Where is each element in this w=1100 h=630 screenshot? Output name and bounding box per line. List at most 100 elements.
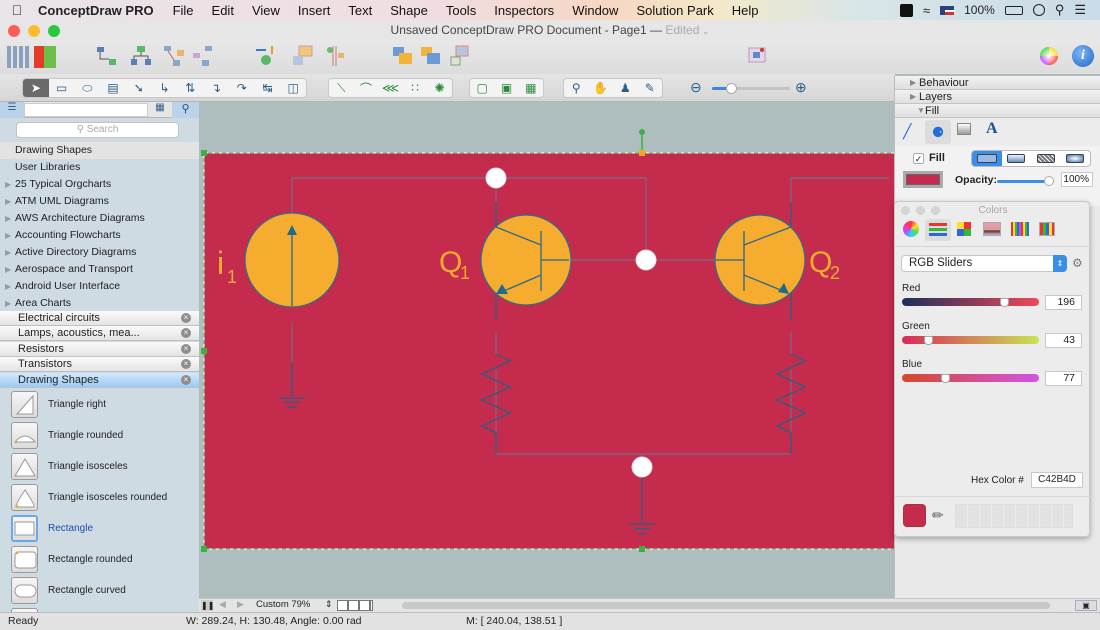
library-item-user-libraries[interactable]: User Libraries [0,159,199,176]
zoom-stepper-icon[interactable]: ⇕ [325,599,333,610]
library-item[interactable]: ▶ Accounting Flowcharts [0,227,199,244]
resize-handle[interactable] [639,150,645,156]
crop-shape-icon[interactable]: ▦ [519,79,543,97]
fill-checkbox[interactable]: ✓ [913,153,924,164]
eyedropper-tool-icon[interactable]: ✎ [638,79,663,97]
zoom-window-button[interactable] [48,25,60,37]
menu-app-name[interactable]: ConceptDraw PRO [34,3,164,18]
shape-item-triangle-rounded[interactable]: Triangle rounded [0,421,199,452]
zoom-in-icon[interactable]: ⊕ [795,79,807,96]
blue-slider[interactable] [902,374,1039,383]
text-tab-icon[interactable]: A [986,120,998,138]
grid-toggle-icon[interactable]: ▦ [150,102,170,118]
library-search-input[interactable]: ⚲ Search [16,122,179,138]
stamp-tool-icon[interactable]: ♟ [613,79,638,97]
pause-icon[interactable]: ❚❚ [201,600,214,611]
menu-file[interactable]: File [164,3,203,18]
search-toggle-icon[interactable]: ⚲ [172,102,199,118]
bring-front-icon[interactable] [392,45,414,67]
close-library-icon[interactable]: × [181,375,191,385]
section-layers[interactable]: ▶ Layers [895,90,1100,104]
shape-item-triangle-isosceles[interactable]: Triangle isosceles [0,452,199,483]
shape-item-rectangle[interactable]: Rectangle [0,514,199,545]
app-grid-icon[interactable] [899,3,913,17]
shape-item-triangle-right[interactable]: Triangle right [0,390,199,421]
library-item[interactable]: ▶ AWS Architecture Diagrams [0,210,199,227]
horizontal-scrollbar[interactable] [402,602,1050,609]
color-mode-select[interactable]: RGB Sliders ⇕ [901,255,1067,272]
green-value-input[interactable]: 43 [1045,333,1082,348]
expand-arrow-icon[interactable]: ▶ [5,227,11,244]
round-connector-icon[interactable]: ↴ [203,79,229,97]
library-item[interactable]: ▶ 25 Typical Orgcharts [0,176,199,193]
color-wheel-icon[interactable] [1038,45,1060,67]
shape-item-rectangle-rounded[interactable]: Rectangle rounded [0,545,199,576]
green-slider[interactable] [902,336,1039,345]
next-page-icon[interactable]: ▶ [237,599,244,610]
shadow-tab-icon[interactable] [957,123,971,135]
page-view-buttons[interactable] [337,600,373,611]
menu-shape[interactable]: Shape [381,3,437,18]
menu-solution-park[interactable]: Solution Park [627,3,722,18]
info-icon[interactable]: i [1072,45,1094,67]
smart-connector-icon[interactable]: ⇅ [177,79,203,97]
resize-handle[interactable] [639,546,645,552]
open-library-resistors[interactable]: Resistors × [0,342,199,357]
eyedropper-icon[interactable]: ✏ [932,507,944,524]
swatches-tab-icon[interactable] [1039,222,1055,236]
junction-node[interactable] [631,456,653,478]
library-item[interactable]: ▶ Area Charts [0,295,199,307]
chain-connector-icon[interactable]: ↹ [255,79,281,97]
edited-label[interactable]: Edited [665,23,699,37]
expand-arrow-icon[interactable]: ▶ [5,193,11,210]
menu-tools[interactable]: Tools [437,3,485,18]
menu-edit[interactable]: Edit [203,3,243,18]
menu-inspectors[interactable]: Inspectors [485,3,563,18]
rotate-handle[interactable] [639,129,645,135]
container-icon[interactable] [292,45,314,67]
library-item[interactable]: ▶ ATM UML Diagrams [0,193,199,210]
zoom-out-icon[interactable]: ⊖ [690,79,702,96]
send-back-icon[interactable] [420,45,442,67]
junction-node[interactable] [485,167,507,189]
pointer-tool-icon[interactable]: ➤ [23,79,49,97]
line-tab-icon[interactable]: ╱ [903,123,911,140]
library-item[interactable]: ▶ Aerospace and Transport [0,261,199,278]
wifi-icon[interactable]: ≈ [923,3,930,18]
red-value-input[interactable]: 196 [1045,295,1082,310]
hierarchy-icon[interactable] [192,45,214,67]
opacity-input[interactable]: 100% [1061,172,1093,187]
menu-window[interactable]: Window [563,3,627,18]
clock-icon[interactable] [1032,4,1045,16]
freehand-tool-icon[interactable]: ✺ [427,79,452,97]
open-library-electrical-circuits[interactable]: Electrical circuits × [0,311,199,326]
resize-handle[interactable] [201,546,207,552]
presentation-icon[interactable] [746,45,768,67]
fill-color-well[interactable] [903,171,943,188]
gear-icon[interactable]: ⚙ [1072,256,1083,270]
image-palettes-tab-icon[interactable] [983,222,1001,236]
expand-arrow-icon[interactable]: ▶ [5,261,11,278]
section-behaviour[interactable]: ▶ Behaviour [895,76,1100,90]
battery-icon[interactable] [1004,5,1023,15]
shape-item-triangle-isosceles-rounded[interactable]: Triangle isosceles rounded [0,483,199,514]
red-slider-knob[interactable] [1000,298,1009,307]
expand-arrow-icon[interactable]: ▶ [5,210,11,227]
insert-shape-icon[interactable]: ◫ [280,79,306,97]
direct-connector-icon[interactable]: ➘ [126,79,152,97]
edit-points-icon[interactable]: ▢ [470,79,494,97]
library-item-drawing-shapes[interactable]: Drawing Shapes [0,142,199,159]
curved-connector-icon[interactable]: ↷ [229,79,255,97]
current-color-swatch[interactable] [903,504,926,527]
library-item[interactable]: ▶ Active Directory Diagrams [0,244,199,261]
menu-insert[interactable]: Insert [289,3,340,18]
rotate-shape-icon[interactable]: ▣ [494,79,518,97]
group-icon[interactable] [450,45,472,67]
list-icon[interactable]: ☰ [1074,2,1086,18]
close-library-icon[interactable]: × [181,313,191,323]
auto-arrange-icon[interactable] [255,45,277,67]
close-library-icon[interactable]: × [181,344,191,354]
prev-page-icon[interactable]: ◀ [219,599,226,610]
resize-handle[interactable] [201,348,207,354]
close-window-button[interactable] [8,25,20,37]
